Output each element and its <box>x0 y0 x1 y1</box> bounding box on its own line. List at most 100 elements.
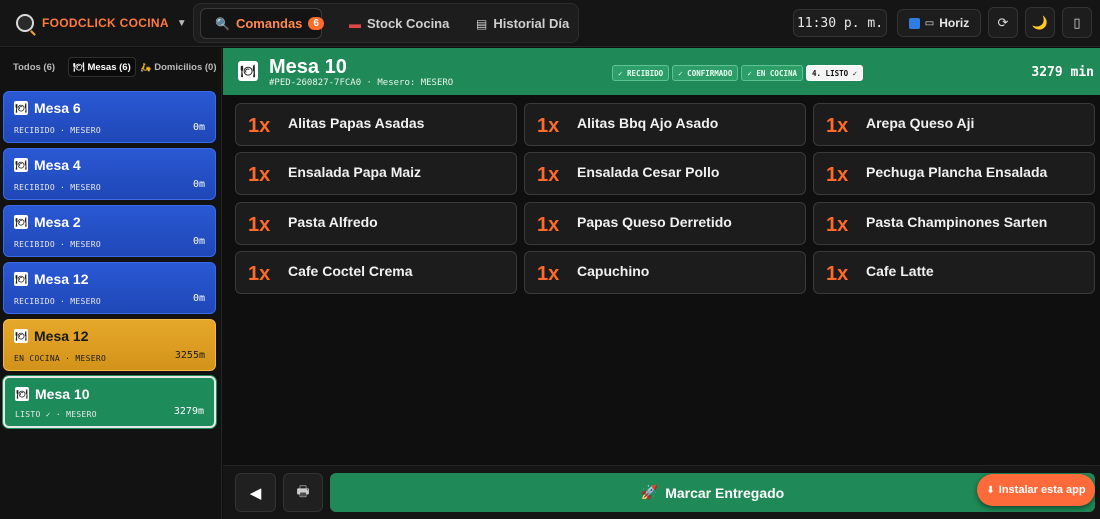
order-card[interactable]: 🍽 Mesa 4 RECIBIDO · MESERO 0m <box>3 148 216 200</box>
main-nav: 🔍 Comandas 6 ▬ Stock Cocina ▤ Historial … <box>193 3 579 43</box>
order-card[interactable]: 🍽 Mesa 2 RECIBIDO · MESERO 0m <box>3 205 216 257</box>
order-card[interactable]: 🍽 Mesa 12 RECIBIDO · MESERO 0m <box>3 262 216 314</box>
chevron-down-icon: ▼ <box>176 17 187 29</box>
install-app-label: Instalar esta app <box>998 484 1086 496</box>
order-detail-title: Mesa 10 <box>269 56 347 78</box>
order-status: LISTO ✓ · MESERO <box>15 410 97 419</box>
order-item: 1x Ensalada Cesar Pollo <box>524 152 806 195</box>
order-title: Mesa 12 <box>34 328 89 344</box>
rocket-icon: 🚀 <box>640 484 659 500</box>
item-qty: 1x <box>826 115 849 137</box>
order-card[interactable]: 🍽 Mesa 6 RECIBIDO · MESERO 0m <box>3 91 216 143</box>
item-name: Alitas Bbq Ajo Asado <box>577 115 719 131</box>
theme-toggle-button[interactable]: 🌙 <box>1025 7 1055 38</box>
order-title: Mesa 2 <box>34 214 81 230</box>
app-name: FOODCLICK COCINA <box>42 16 169 30</box>
plate-icon: 🍽 <box>73 61 85 72</box>
order-card[interactable]: 🍽 Mesa 12 EN COCINA · MESERO 3255m <box>3 319 216 371</box>
magnifier-logo-icon <box>16 14 34 32</box>
search-icon: 🔍 <box>215 16 230 31</box>
order-item: 1x Arepa Queso Aji <box>813 103 1095 146</box>
refresh-button[interactable]: ⟳ <box>988 7 1018 38</box>
install-app-button[interactable]: ⬇ Instalar esta app <box>977 474 1095 506</box>
clipboard-icon: ▤ <box>476 16 488 31</box>
order-time: 3279m <box>173 406 204 417</box>
order-item: 1x Pasta Champinones Sarten <box>813 202 1095 245</box>
item-name: Arepa Queso Aji <box>866 115 975 131</box>
mark-delivered-label: Marcar Entregado <box>665 484 785 501</box>
plate-icon: 🍽 <box>14 158 28 172</box>
order-status: RECIBIDO · MESERO <box>14 183 101 192</box>
order-item: 1x Alitas Papas Asadas <box>235 103 517 146</box>
filter-mesas-label: Mesas (6) <box>87 61 131 73</box>
order-title: Mesa 4 <box>34 157 81 173</box>
order-time: 0m <box>192 293 205 304</box>
order-item: 1x Alitas Bbq Ajo Asado <box>524 103 806 146</box>
item-name: Ensalada Papa Maiz <box>288 164 422 180</box>
plate-icon: 🍽 <box>15 387 29 401</box>
step-listo: 4. LISTO ✓ <box>806 65 864 81</box>
order-status: EN COCINA · MESERO <box>14 354 107 363</box>
filter-domicilios[interactable]: 🛵 Domicilios (0) <box>140 57 217 77</box>
back-button[interactable]: ◀ <box>235 473 276 512</box>
order-item: 1x Capuchino <box>524 251 806 294</box>
order-progress-steps: ✓ RECIBIDO ✓ CONFIRMADO ✓ EN COCINA 4. L… <box>612 65 864 81</box>
filter-domicilios-label: Domicilios (0) <box>154 61 217 73</box>
item-qty: 1x <box>248 214 271 236</box>
download-icon: ⬇ <box>986 484 995 496</box>
plate-icon: 🍽 <box>14 272 28 286</box>
filter-mesas[interactable]: 🍽 Mesas (6) <box>68 57 136 77</box>
item-qty: 1x <box>248 164 271 186</box>
order-card-selected[interactable]: 🍽 Mesa 10 LISTO ✓ · MESERO 3279m <box>3 376 216 428</box>
order-item: 1x Pasta Alfredo <box>235 202 517 245</box>
brand-menu[interactable]: FOODCLICK COCINA ▼ <box>16 0 187 46</box>
item-qty: 1x <box>537 263 560 285</box>
order-title: Mesa 10 <box>35 386 90 402</box>
plate-icon: 🍽 <box>238 61 258 81</box>
tab-historial-label: Historial Día <box>493 16 570 31</box>
order-item: 1x Papas Queso Derretido <box>524 202 806 245</box>
fullscreen-button[interactable]: ▯ <box>1062 7 1092 38</box>
tab-comandas[interactable]: 🔍 Comandas 6 <box>200 8 324 39</box>
order-item: 1x Ensalada Papa Maiz <box>235 152 517 195</box>
item-qty: 1x <box>537 214 560 236</box>
refresh-icon: ⟳ <box>997 14 1009 30</box>
step-en-cocina: ✓ EN COCINA <box>741 65 804 81</box>
order-time: 0m <box>192 236 205 247</box>
item-qty: 1x <box>248 115 271 137</box>
plate-icon: 🍽 <box>14 215 28 229</box>
tab-historial-dia[interactable]: ▤ Historial Día <box>476 8 569 39</box>
order-item: 1x Pechuga Plancha Ensalada <box>813 152 1095 195</box>
order-title: Mesa 12 <box>34 271 89 287</box>
printer-icon: 🖶 <box>296 482 310 499</box>
plate-icon: 🍽 <box>14 101 28 115</box>
item-name: Alitas Papas Asadas <box>288 115 425 131</box>
action-bar: ◀ 🖶 🚀 Marcar Entregado <box>223 465 1100 519</box>
order-item: 1x Cafe Coctel Crema <box>235 251 517 294</box>
order-filters: Todos (6) 🍽 Mesas (6) 🛵 Domicilios (0) <box>0 48 222 86</box>
filter-todos[interactable]: Todos (6) <box>13 57 55 77</box>
item-qty: 1x <box>248 263 271 285</box>
item-name: Ensalada Cesar Pollo <box>577 164 720 180</box>
device-icon: ▯ <box>1073 14 1081 30</box>
elapsed-time: 3279 min <box>1031 65 1094 80</box>
order-detail-header: 🍽 Mesa 10 #PED-260827-7FCA0 · Mesero: ME… <box>223 48 1100 95</box>
order-time: 3255m <box>174 350 205 361</box>
item-qty: 1x <box>826 164 849 186</box>
order-title: Mesa 6 <box>34 100 81 116</box>
item-name: Papas Queso Derretido <box>577 214 732 230</box>
layout-toggle-button[interactable]: ▭ Horiz <box>897 9 981 37</box>
tab-stock-cocina[interactable]: ▬ Stock Cocina <box>349 8 449 39</box>
item-qty: 1x <box>537 115 560 137</box>
tab-comandas-label: Comandas <box>235 16 303 31</box>
item-qty: 1x <box>537 164 560 186</box>
layout-label: Horiz <box>939 16 970 30</box>
print-button[interactable]: 🖶 <box>283 473 323 512</box>
item-qty: 1x <box>826 214 849 236</box>
order-status: RECIBIDO · MESERO <box>14 240 101 249</box>
step-confirmado: ✓ CONFIRMADO <box>672 65 739 81</box>
order-item: 1x Cafe Latte <box>813 251 1095 294</box>
plate-icon: 🍽 <box>14 329 28 343</box>
order-time: 0m <box>192 122 205 133</box>
monitor-icon: ▭ <box>924 17 935 29</box>
